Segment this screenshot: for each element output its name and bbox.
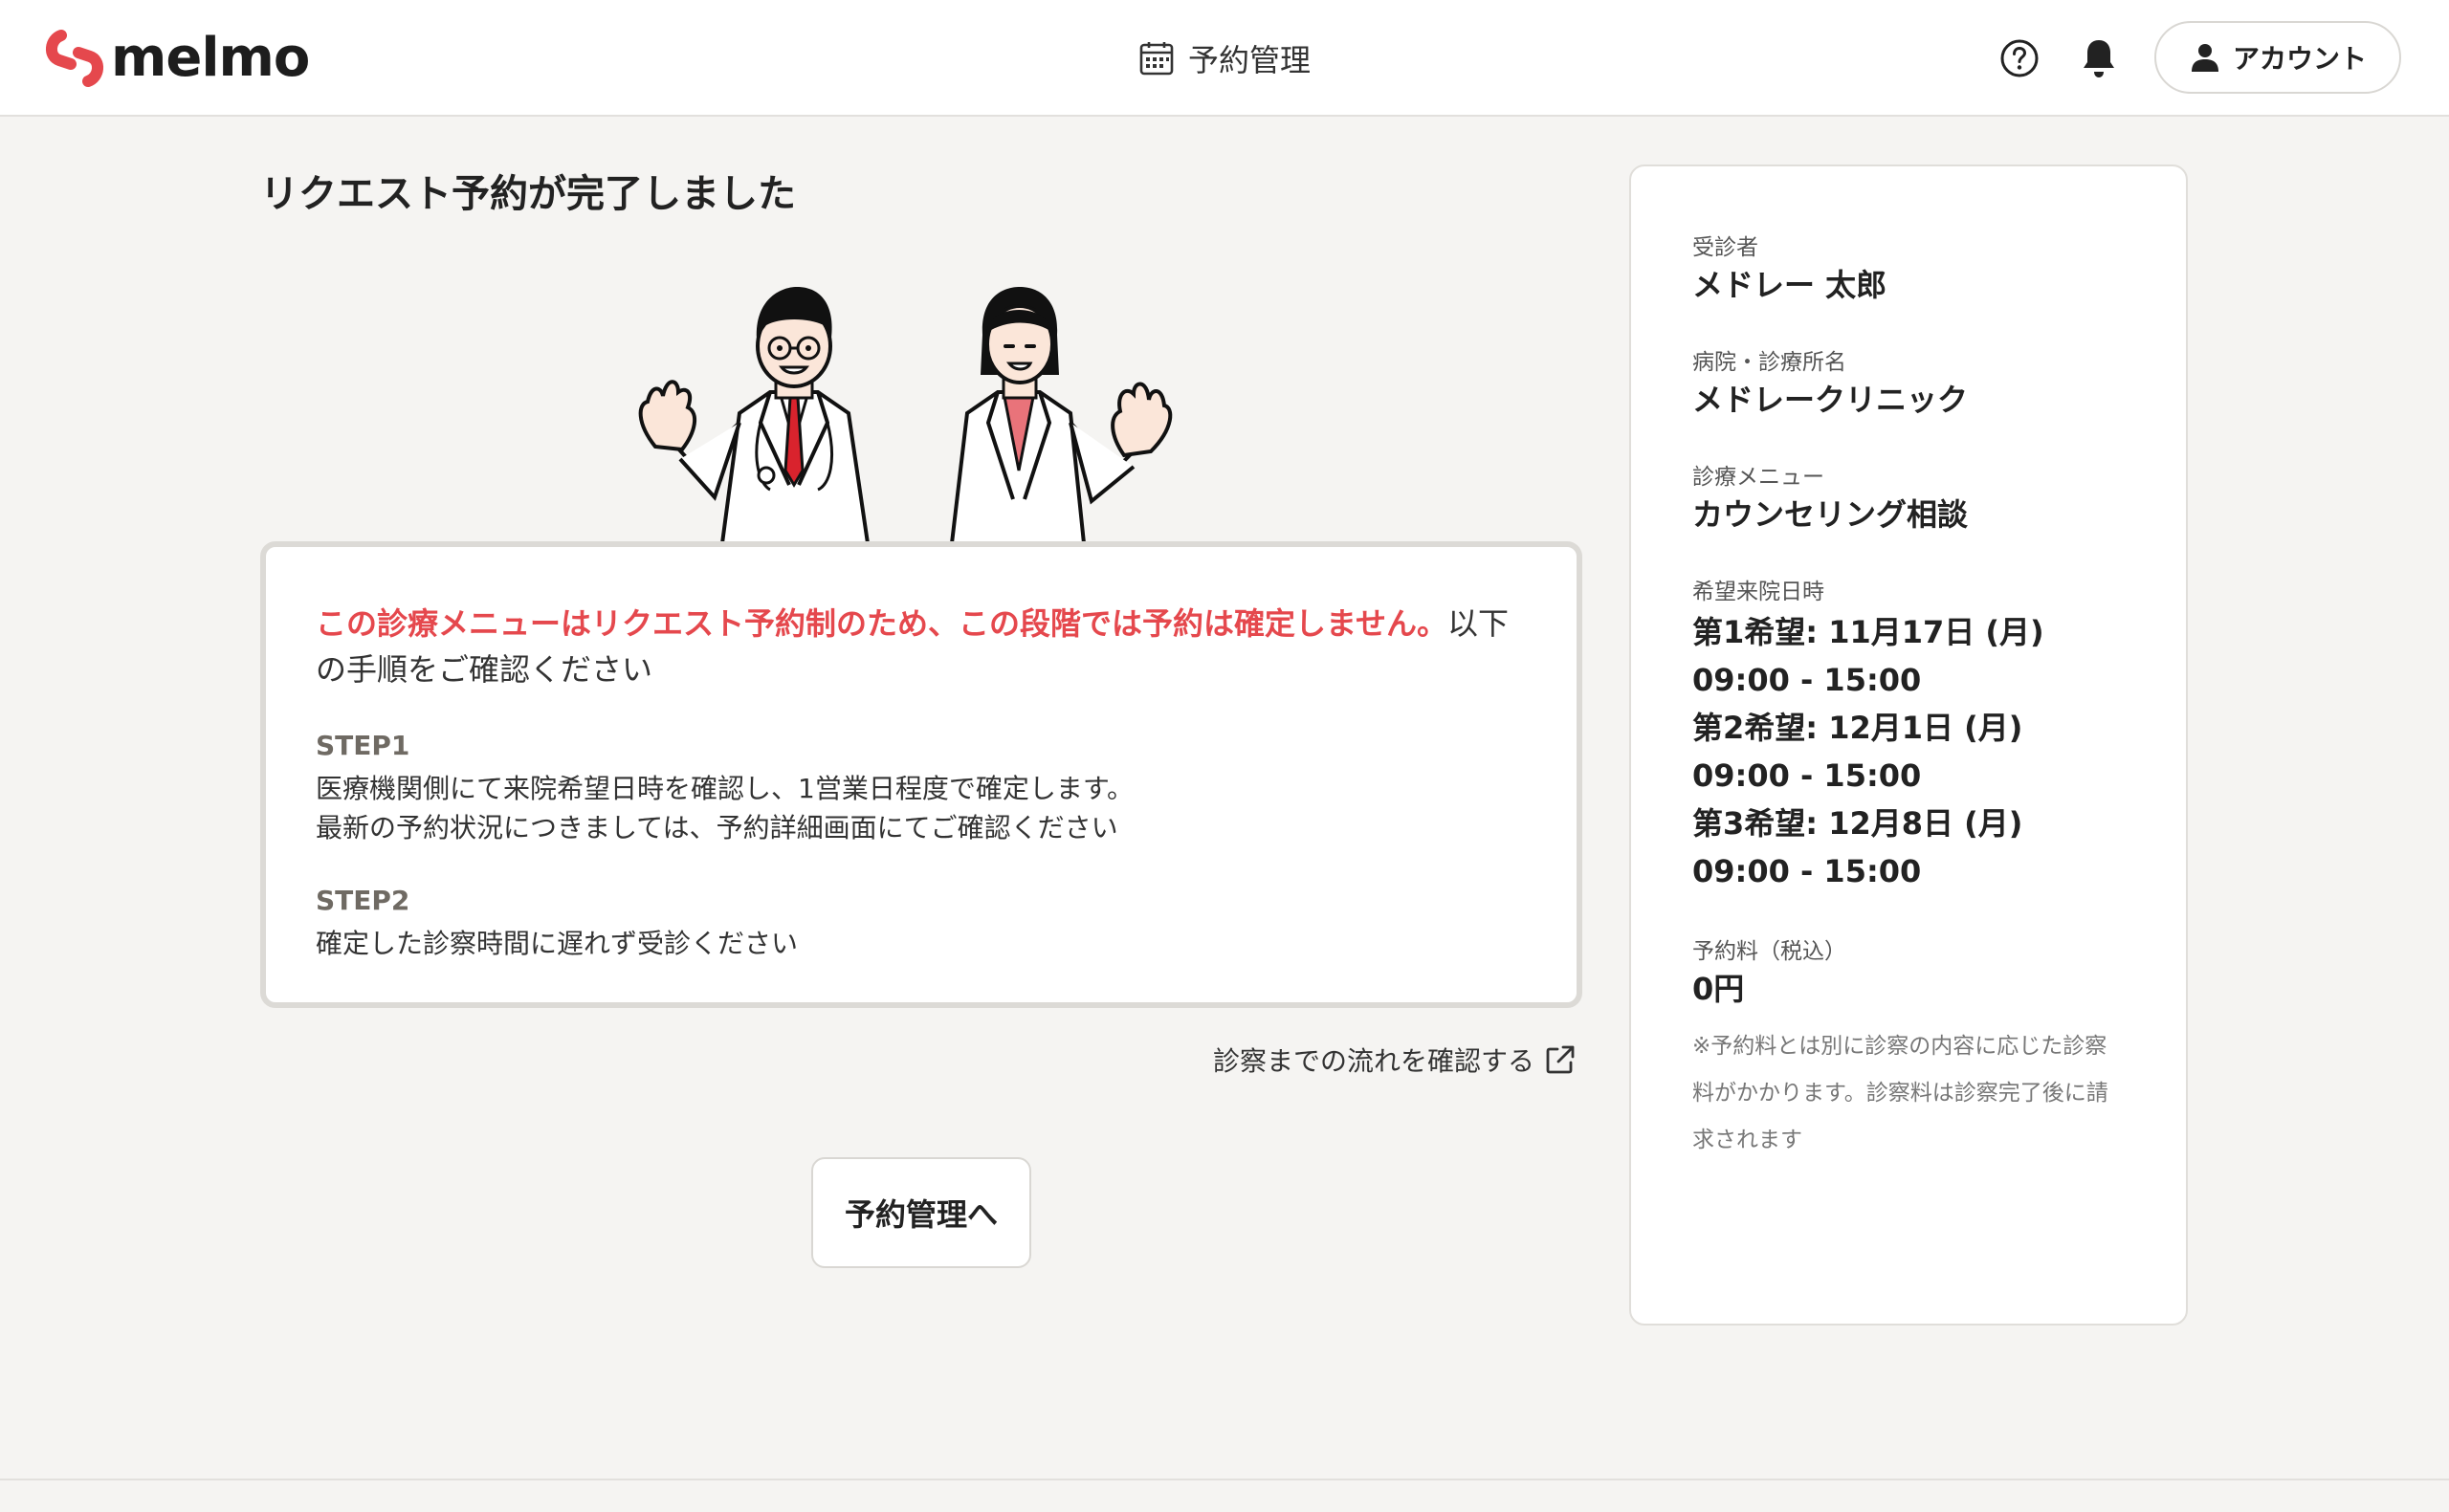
melmo-logo[interactable]: melmo <box>44 27 310 90</box>
account-label: アカウント <box>2232 43 2367 75</box>
menu-label: 診療メニュー <box>1692 465 1824 490</box>
step2-label: STEP2 <box>316 885 410 916</box>
fee-label: 予約料（税込） <box>1692 939 1846 964</box>
summary-fee: 予約料（税込） 0円 ※予約料とは別に診察の内容に応じた診察料がかかります。診察… <box>1692 937 2125 1164</box>
help-icon[interactable] <box>1999 38 2040 78</box>
doctors-illustration <box>638 287 1173 543</box>
notice-text: この診療メニューはリクエスト予約制のため、この段階では予約は確定しません。以下の… <box>316 601 1527 692</box>
flow-link-label: 診察までの流れを確認する <box>1213 1045 1535 1077</box>
logo-text: melmo <box>111 27 310 89</box>
step2-text: 確定した診察時間に遅れず受診ください <box>316 924 1527 963</box>
step2-line: 確定した診察時間に遅れず受診ください <box>316 928 799 959</box>
dates-list: 第1希望: 11月17日 (月) 09:00 - 15:00 第2希望: 12月… <box>1692 608 2125 895</box>
patient-value: メドレー 太郎 <box>1692 267 1887 303</box>
male-doctor-figure <box>638 287 871 543</box>
fee-note: ※予約料とは別に診察の内容に応じた診察料がかかります。診察料は診察完了後に請求さ… <box>1692 1034 2108 1152</box>
footer-divider <box>0 1479 2449 1480</box>
external-link-icon <box>1546 1045 1575 1074</box>
female-doctor-figure <box>949 287 1173 543</box>
clinic-label: 病院・診療所名 <box>1692 350 1846 375</box>
app-header: melmo 予約管理 アカウント <box>0 0 2449 117</box>
step1-line: 医療機関側にて来院希望日時を確認し、1営業日程度で確定します。 <box>316 773 1135 804</box>
step1-label: STEP1 <box>316 730 410 761</box>
step1-line: 最新の予約状況につきましては、予約詳細画面にてご確認ください <box>316 812 1118 844</box>
patient-label: 受診者 <box>1692 235 1758 260</box>
user-icon <box>2191 44 2218 72</box>
summary-dates: 希望来院日時 第1希望: 11月17日 (月) 09:00 - 15:00 第2… <box>1692 578 2125 895</box>
fee-value: 0円 <box>1692 971 1745 1007</box>
flow-link[interactable]: 診察までの流れを確認する <box>1213 1041 1577 1079</box>
step1-text: 医療機関側にて来院希望日時を確認し、1営業日程度で確定します。 最新の予約状況に… <box>316 769 1527 847</box>
nav-reservation-management[interactable]: 予約管理 <box>1138 34 1311 82</box>
melmo-logo-mark-icon <box>46 30 103 87</box>
preferred-date-2: 第2希望: 12月1日 (月) 09:00 - 15:00 <box>1692 710 2023 794</box>
reservation-summary-panel: 受診者 メドレー 太郎 病院・診療所名 メドレークリニック 診療メニュー カウン… <box>1629 164 2188 1326</box>
summary-clinic: 病院・診療所名 メドレークリニック <box>1692 348 2125 421</box>
dates-label: 希望来院日時 <box>1692 580 1824 604</box>
preferred-date-3: 第3希望: 12月8日 (月) 09:00 - 15:00 <box>1692 805 2023 889</box>
clinic-value: メドレークリニック <box>1692 382 1969 418</box>
summary-patient: 受診者 メドレー 太郎 <box>1692 233 2125 306</box>
page-title: リクエスト予約が完了しました <box>260 172 796 216</box>
summary-menu: 診療メニュー カウンセリング相談 <box>1692 463 2125 536</box>
go-to-reservation-management-button[interactable]: 予約管理へ <box>811 1157 1031 1268</box>
bell-icon[interactable] <box>2078 36 2120 80</box>
notice-warning: この診療メニューはリクエスト予約制のため、この段階では予約は確定しません。 <box>316 605 1448 642</box>
request-notice-card: この診療メニューはリクエスト予約制のため、この段階では予約は確定しません。以下の… <box>260 541 1582 1008</box>
menu-value: カウンセリング相談 <box>1692 496 1969 533</box>
calendar-icon <box>1139 42 1174 76</box>
nav-label: 予約管理 <box>1188 42 1312 78</box>
preferred-date-1: 第1希望: 11月17日 (月) 09:00 - 15:00 <box>1692 614 2044 698</box>
account-button[interactable]: アカウント <box>2154 21 2401 94</box>
